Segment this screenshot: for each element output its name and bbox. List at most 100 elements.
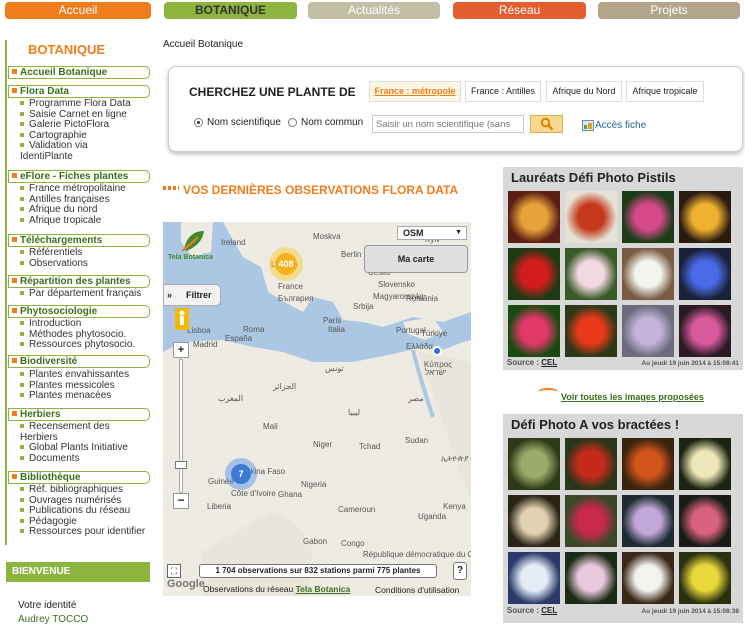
zoom-out-button[interactable]: − — [173, 493, 189, 509]
sidebar-item[interactable]: Par département français — [20, 289, 141, 299]
voir-toutes-link[interactable]: Voir toutes les images proposées — [561, 392, 704, 402]
cluster-marker-europe[interactable]: 408 — [269, 247, 303, 281]
cluster-marker-africa[interactable]: 7 — [225, 458, 257, 490]
sidebar-item[interactable]: France métropolitaine — [20, 184, 126, 194]
photo-thumbnail[interactable] — [679, 495, 731, 547]
sidebar-title: BOTANIQUE — [28, 42, 106, 57]
photo-thumbnail[interactable] — [622, 438, 674, 490]
sidebar-item[interactable]: Afrique tropicale — [20, 215, 101, 226]
sidebar-item[interactable]: IdentiPlante — [20, 152, 73, 162]
photo-thumbnail[interactable] — [679, 438, 731, 490]
sidebar-section-1[interactable]: Flora Data — [8, 85, 150, 98]
sidebar-item[interactable]: Validation via — [20, 141, 88, 151]
photo-thumbnail[interactable] — [679, 248, 731, 300]
sidebar-section-2[interactable]: eFlore - Fiches plantes — [8, 170, 150, 183]
photo-thumbnail[interactable] — [565, 438, 617, 490]
sidebar-item[interactable]: Référentiels — [20, 248, 82, 258]
photo-thumbnail[interactable] — [622, 552, 674, 604]
sidebar-item[interactable]: Plantes envahissantes — [20, 370, 129, 380]
sidebar-item[interactable]: Observations — [20, 258, 88, 269]
sidebar-item[interactable]: Réf. bibliographiques — [20, 485, 123, 495]
photo-thumbnail[interactable] — [679, 552, 731, 604]
photo-source: Source : CEL — [507, 358, 558, 367]
sidebar-item[interactable]: Ouvrages numérisés — [20, 495, 121, 506]
nav-tab-1[interactable]: BOTANIQUE — [164, 2, 297, 19]
photo-thumbnail[interactable] — [565, 248, 617, 300]
sidebar-item[interactable]: Plantes messicoles — [20, 380, 115, 391]
sidebar-section-0[interactable]: Accueil Botanique — [8, 66, 150, 79]
photo-thumbnail[interactable] — [565, 305, 617, 357]
conditions-link[interactable]: Conditions d'utilisation — [375, 585, 459, 595]
sidebar-item[interactable]: Afrique du nord — [20, 205, 97, 215]
sidebar-item[interactable]: Antilles françaises — [20, 194, 110, 205]
sidebar-item[interactable]: Plantes menacées — [20, 391, 111, 401]
sidebar-item[interactable]: Introduction — [20, 319, 81, 329]
sidebar-item[interactable]: Galerie PictoFlora — [20, 120, 109, 130]
photo-thumbnail[interactable] — [508, 552, 560, 604]
sidebar-item[interactable]: Herbiers — [20, 432, 58, 443]
sidebar-item[interactable]: Saisie Carnet en ligne — [20, 109, 127, 120]
photo-thumbnail[interactable] — [679, 191, 731, 243]
photo-panel-bractees: Défi Photo A vos bractées ! Source : CEL… — [503, 414, 743, 623]
radio-nom-commun[interactable] — [288, 118, 297, 127]
photo-thumbnail[interactable] — [622, 248, 674, 300]
tab-afrique-nord[interactable]: Afrique du Nord — [546, 81, 622, 102]
sidebar-item[interactable]: Global Plants Initiative — [20, 443, 128, 453]
sidebar-section-3[interactable]: Téléchargements — [8, 234, 150, 247]
tab-france-metropole[interactable]: France : métropole — [369, 81, 461, 102]
zoom-slider-track[interactable] — [179, 359, 183, 493]
photo-thumbnail[interactable] — [622, 191, 674, 243]
tab-afrique-tropicale[interactable]: Afrique tropicale — [626, 81, 704, 102]
sidebar-item[interactable]: Ressources phytosocio. — [20, 340, 135, 350]
photo-thumbnail[interactable] — [565, 552, 617, 604]
cel-link[interactable]: CEL — [541, 606, 557, 615]
cel-link[interactable]: CEL — [541, 358, 557, 367]
sidebar-section-4[interactable]: Répartition des plantes — [8, 275, 150, 288]
search-input[interactable] — [372, 115, 524, 133]
zoom-in-button[interactable]: + — [173, 342, 189, 358]
photo-thumbnail[interactable] — [565, 191, 617, 243]
nav-tab-4[interactable]: Projets — [598, 2, 740, 19]
sidebar-item[interactable]: Pédagogie — [20, 516, 77, 527]
sidebar-section-7[interactable]: Herbiers — [8, 408, 150, 421]
tela-botanica-link[interactable]: Tela Botanica — [296, 584, 351, 594]
zoom-slider-handle[interactable] — [175, 461, 187, 469]
photo-thumbnail[interactable] — [508, 191, 560, 243]
photo-thumbnail[interactable] — [508, 495, 560, 547]
breadcrumb[interactable]: Accueil Botanique — [163, 39, 243, 50]
photo-thumbnail[interactable] — [565, 495, 617, 547]
photo-thumbnail[interactable] — [508, 305, 560, 357]
sidebar-item[interactable]: Cartographie — [20, 130, 87, 141]
sidebar-item[interactable]: Publications du réseau — [20, 506, 130, 516]
tab-france-antilles[interactable]: France : Antilles — [465, 81, 541, 102]
photo-thumbnail[interactable] — [508, 248, 560, 300]
user-name[interactable]: Audrey TOCCO — [18, 614, 88, 625]
search-button[interactable] — [530, 115, 563, 133]
sidebar-section-8[interactable]: Bibliothèque — [8, 471, 150, 484]
acces-fiche-link[interactable]: Accès fiche — [595, 120, 646, 131]
sidebar-item[interactable]: Méthodes phytosocio. — [20, 329, 126, 340]
observation-point-marker[interactable] — [432, 346, 442, 356]
sidebar-item[interactable]: Programme Flora Data — [20, 99, 131, 109]
sidebar-item[interactable]: Recensement des — [20, 422, 110, 432]
filtrer-button[interactable]: » Filtrer — [163, 284, 221, 306]
photo-thumbnail[interactable] — [622, 495, 674, 547]
nav-tab-2[interactable]: Actualités — [308, 2, 440, 19]
nav-tab-0[interactable]: Accueil — [5, 2, 151, 19]
photo-thumbnail[interactable] — [622, 305, 674, 357]
sidebar-section-5[interactable]: Phytosociologie — [8, 305, 150, 318]
help-button[interactable]: ? — [453, 562, 467, 580]
pegman-icon[interactable] — [175, 308, 189, 330]
sidebar-section-6[interactable]: Biodiversité — [8, 355, 150, 368]
radio-nom-scientifique-label: Nom scientifique — [207, 117, 281, 128]
sidebar-item[interactable]: Ressources pour identifier — [20, 527, 145, 537]
fullscreen-icon[interactable]: ⛶ — [167, 564, 181, 578]
photo-thumbnail[interactable] — [679, 305, 731, 357]
layer-select[interactable]: OSM ▼ — [397, 226, 467, 240]
ma-carte-button[interactable]: Ma carte — [364, 245, 468, 273]
nav-tab-3[interactable]: Réseau — [453, 2, 586, 19]
radio-nom-scientifique[interactable] — [194, 118, 203, 127]
sidebar-item[interactable]: Documents — [20, 453, 80, 464]
photo-thumbnail[interactable] — [508, 438, 560, 490]
observations-map[interactable]: IrelandLondonBerlinKyivČeskoSlovenskoMag… — [163, 222, 471, 596]
